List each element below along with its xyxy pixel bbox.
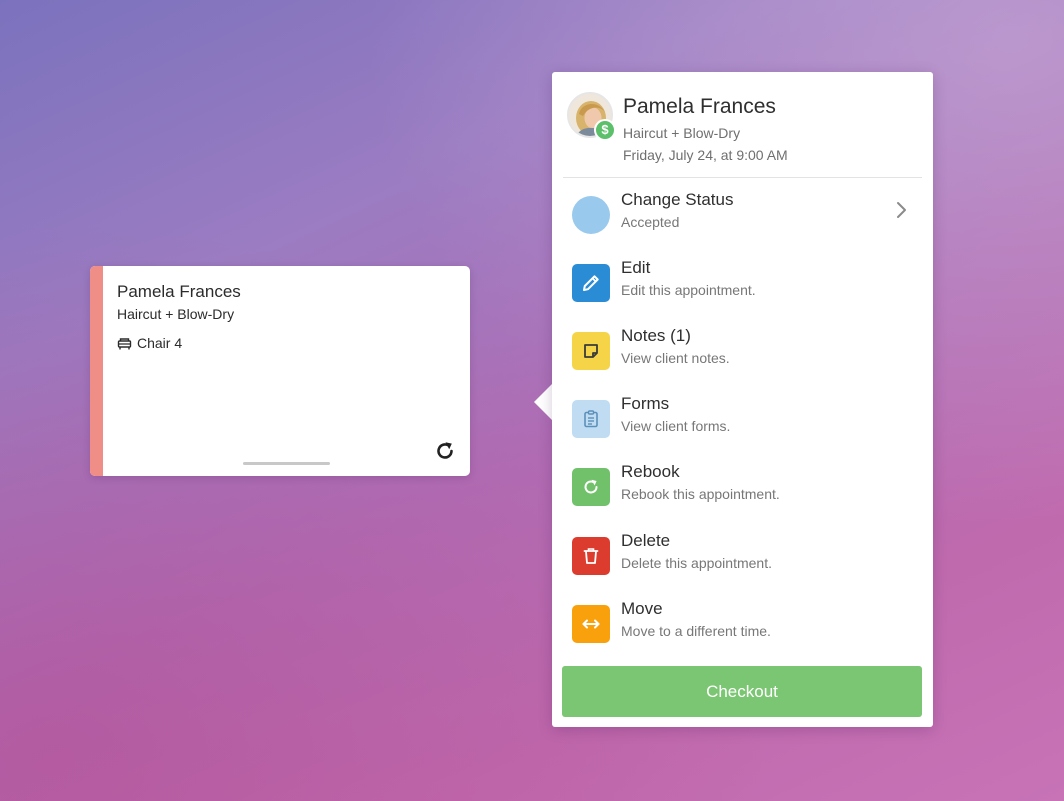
chevron-right-icon [897, 202, 906, 218]
appointment-chair-label: Chair 4 [137, 335, 183, 351]
menu-item-subtitle: Move to a different time. [621, 623, 771, 639]
appointment-service: Haircut + Blow-Dry [117, 306, 235, 322]
menu-item-title: Delete [621, 531, 671, 550]
rebook-icon[interactable] [433, 439, 457, 463]
menu-item-title: Rebook [621, 462, 680, 481]
divider [563, 177, 922, 178]
popover-datetime: Friday, July 24, at 9:00 AM [623, 147, 788, 163]
status-stripe [90, 266, 103, 476]
menu-item-rebook[interactable]: Rebook Rebook this appointment. [562, 462, 923, 522]
menu-item-title: Edit [621, 258, 651, 277]
menu-item-subtitle: Delete this appointment. [621, 555, 772, 571]
menu-item-subtitle: Rebook this appointment. [621, 486, 780, 502]
checkout-button[interactable]: Checkout [562, 666, 922, 717]
menu-item-move[interactable]: Move Move to a different time. [562, 599, 923, 659]
appointment-chair: Chair 4 [117, 335, 182, 351]
client-avatar[interactable]: $ [567, 92, 616, 141]
menu-item-subtitle: View client forms. [621, 418, 731, 434]
menu-item-edit[interactable]: Edit Edit this appointment. [562, 258, 923, 318]
popover-header: $ Pamela Frances Haircut + Blow-Dry Frid… [552, 72, 933, 178]
rebook-icon [572, 468, 610, 506]
menu-item-title: Notes (1) [621, 326, 691, 345]
menu-item-delete[interactable]: Delete Delete this appointment. [562, 531, 923, 591]
chair-icon [117, 337, 132, 349]
appointment-client-name: Pamela Frances [117, 282, 241, 301]
menu-item-subtitle: Edit this appointment. [621, 282, 756, 298]
menu-item-title: Forms [621, 394, 670, 413]
popover-service: Haircut + Blow-Dry [623, 125, 741, 141]
clipboard-icon [572, 400, 610, 438]
pencil-icon [572, 264, 610, 302]
status-dot-icon [572, 196, 610, 234]
menu-item-title: Move [621, 599, 663, 618]
note-icon [572, 332, 610, 370]
resize-handle[interactable] [243, 462, 330, 465]
appointment-popover: $ Pamela Frances Haircut + Blow-Dry Frid… [552, 72, 933, 727]
menu-item-notes[interactable]: Notes (1) View client notes. [562, 326, 923, 386]
menu-item-change-status[interactable]: Change Status Accepted [562, 190, 923, 250]
menu-item-subtitle: Accepted [621, 214, 680, 230]
menu-item-title: Change Status [621, 190, 734, 209]
menu-item-subtitle: View client notes. [621, 350, 730, 366]
arrows-horizontal-icon [572, 605, 610, 643]
menu-item-forms[interactable]: Forms View client forms. [562, 394, 923, 454]
popover-client-name: Pamela Frances [623, 95, 776, 118]
paid-badge: $ [594, 119, 616, 141]
appointment-card[interactable]: Pamela Frances Haircut + Blow-Dry Chair … [90, 266, 470, 476]
trash-icon [572, 537, 610, 575]
